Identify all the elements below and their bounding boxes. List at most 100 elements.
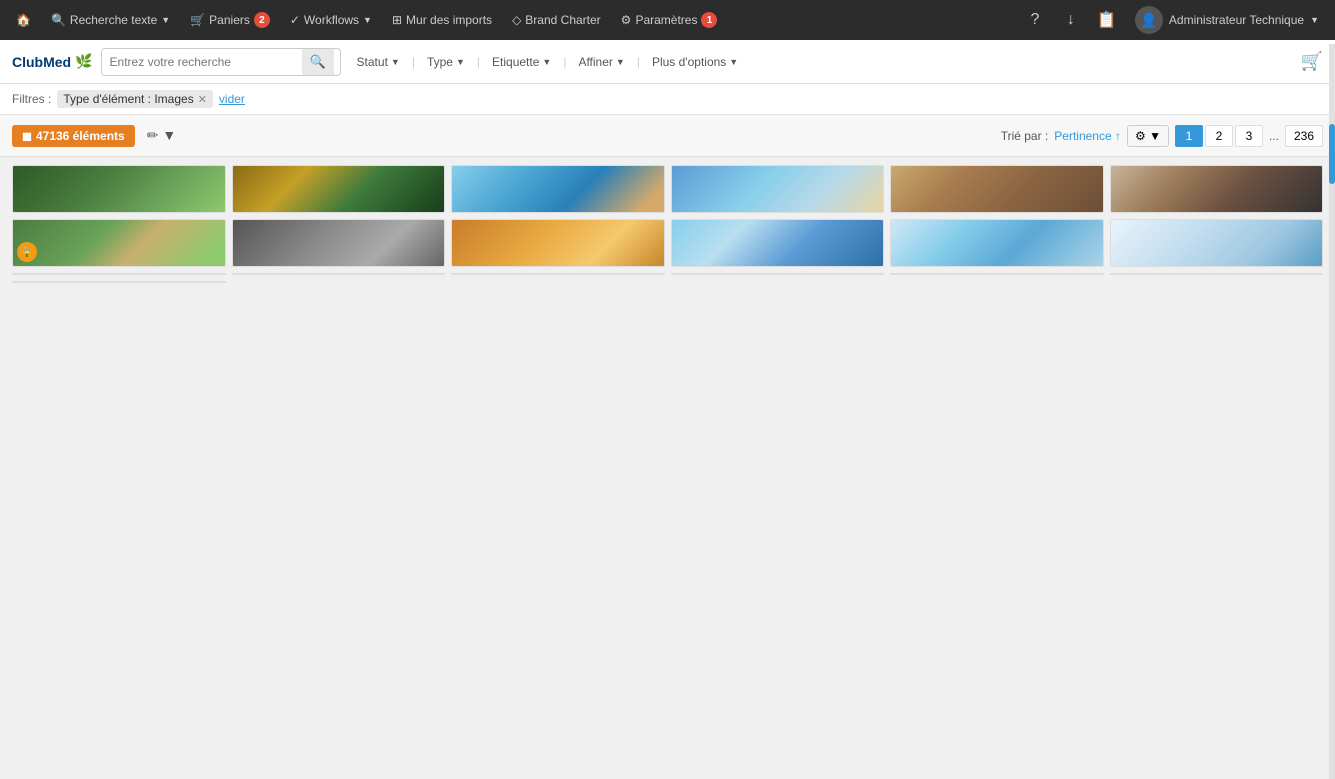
edit-button[interactable]: ✏ ▼ [143, 123, 180, 148]
workflows-arrow: ▼ [363, 15, 372, 25]
avatar: 👤 [1135, 6, 1163, 34]
workflows-label: Workflows [304, 13, 359, 27]
workflows-icon: ✓ [290, 13, 300, 27]
affiner-filter[interactable]: Affiner ▼ [570, 51, 632, 73]
type-label: Type [427, 55, 453, 69]
sort-value[interactable]: Pertinence ↑ [1054, 129, 1121, 143]
sep3: | [561, 55, 568, 69]
user-name: Administrateur Technique [1169, 13, 1304, 27]
brand-nav-item[interactable]: ◇ Brand Charter [504, 0, 609, 40]
search-button[interactable]: 🔍 [302, 49, 334, 75]
download-button[interactable]: ↓ [1055, 4, 1087, 36]
plus-filter[interactable]: Plus d'options ▼ [644, 51, 746, 73]
brand-icon: ◇ [512, 13, 521, 27]
remove-filter-button[interactable]: ✕ [198, 93, 207, 106]
grid-item[interactable]: I Love Isalo © By Franck RAMA Avr 2014▣j… [890, 165, 1104, 213]
second-bar: ClubMed 🌿 🔍 Statut ▼ | Type ▼ | Etiquett… [0, 40, 1335, 84]
view-settings-button[interactable]: ⚙ ▼ [1127, 125, 1169, 147]
sort-label: Trié par : [1001, 129, 1049, 143]
plus-label: Plus d'options [652, 55, 726, 69]
clipboard-button[interactable]: 📋 [1091, 4, 1123, 36]
grid-item[interactable]: 🔒Haut en couleurs © By Franck RAMA▣JPG —… [12, 219, 226, 267]
image-thumbnail: 🔒 [13, 220, 225, 266]
filters-label: Filtres : [12, 92, 51, 106]
plus-arrow: ▼ [729, 57, 738, 67]
page-last-button[interactable]: 236 [1285, 125, 1323, 147]
home-button[interactable]: 🏠 [8, 0, 39, 40]
image-title: 54730695_577987782719425_606940961818070… [452, 266, 664, 267]
grid-item[interactable]: La pêche miraculeuse Ifaty © By Franck R… [671, 165, 885, 213]
active-filter-text: Type d'élément : Images [63, 92, 193, 106]
lock-icon: 🔒 [17, 242, 37, 262]
etiquette-filter[interactable]: Etiquette ▼ [484, 51, 559, 73]
image-thumbnail [13, 166, 225, 212]
params-label: Paramètres [635, 13, 697, 27]
scrollbar[interactable] [1329, 44, 1335, 779]
grid-item[interactable]: Convoi de Zébu sur la RN7 © By Franck RA… [1110, 165, 1324, 213]
home-icon: 🏠 [16, 13, 31, 27]
logo: ClubMed 🌿 [12, 53, 93, 70]
image-title: Lemurine Varrecia varrecia © By Franck R… [233, 212, 445, 213]
grid-item[interactable]: DSC_8084 © By Franck RAMA Déc 2016▣JPG —… [232, 219, 446, 267]
image-thumbnail [891, 166, 1103, 212]
grid-item[interactable]: Lakana vezo 2 © By Franck RAMA Jan 2014▣… [451, 165, 665, 213]
scrollbar-thumb[interactable] [1329, 124, 1335, 184]
brand-label: Brand Charter [525, 13, 600, 27]
paniers-nav-item[interactable]: 🛒 Paniers 2 [182, 0, 278, 40]
logo-text: ClubMed [12, 54, 71, 70]
image-thumbnail [891, 220, 1103, 266]
grid-item[interactable] [1110, 273, 1324, 275]
sort-info: Trié par : Pertinence ↑ ⚙ ▼ 1 2 3 ... 23… [1001, 125, 1323, 147]
image-title: piscine naturelle ISalo © By Franck RAMA… [13, 212, 225, 213]
image-title: La pêche miraculeuse Ifaty © By Franck R… [672, 212, 884, 213]
cart-button[interactable]: 🛒 [1301, 51, 1323, 72]
grid-item[interactable]: 54524015_607369693098120_259140040817377… [671, 219, 885, 267]
grid-item[interactable] [890, 273, 1104, 275]
page-2-button[interactable]: 2 [1205, 125, 1233, 147]
grid-item[interactable] [232, 273, 446, 275]
type-filter[interactable]: Type ▼ [419, 51, 473, 73]
user-menu[interactable]: 👤 Administrateur Technique ▼ [1127, 6, 1327, 34]
grid-item[interactable]: Lemurine Varrecia varrecia © By Franck R… [232, 165, 446, 213]
image-title: Lakana vezo 2 © By Franck RAMA Jan 2014 [452, 212, 664, 213]
search-nav-item[interactable]: 🔍 Recherche texte ▼ [43, 0, 178, 40]
paniers-badge: 2 [254, 12, 270, 28]
params-badge: 1 [701, 12, 717, 28]
search-box: 🔍 [101, 48, 341, 76]
affiner-label: Affiner [578, 55, 612, 69]
image-grid-container: piscine naturelle ISalo © By Franck RAMA… [0, 157, 1335, 291]
mur-icon: ⊞ [392, 13, 402, 27]
workflows-nav-item[interactable]: ✓ Workflows ▼ [282, 0, 380, 40]
grid-item[interactable] [671, 273, 885, 275]
statut-filter[interactable]: Statut ▼ [349, 51, 408, 73]
statut-label: Statut [357, 55, 388, 69]
page-3-button[interactable]: 3 [1235, 125, 1263, 147]
grid-item[interactable] [12, 273, 226, 275]
affiner-arrow: ▼ [616, 57, 625, 67]
image-title: Convoi de Zébu sur la RN7 © By Franck RA… [1111, 212, 1323, 213]
etiquette-label: Etiquette [492, 55, 539, 69]
clear-filters-button[interactable]: vider [219, 92, 245, 106]
active-filters-row: Filtres : Type d'élément : Images ✕ vide… [0, 84, 1335, 115]
grid-item[interactable] [451, 273, 665, 275]
paniers-label: Paniers [209, 13, 250, 27]
grid-item[interactable]: 55576863_215656254772556 1_3159503742529… [890, 219, 1104, 267]
pagination: 1 2 3 ... 236 [1175, 125, 1323, 147]
image-thumbnail [1111, 220, 1323, 266]
sep2: | [475, 55, 482, 69]
mur-nav-item[interactable]: ⊞ Mur des imports [384, 0, 500, 40]
page-1-button[interactable]: 1 [1175, 125, 1203, 147]
grid-item[interactable]: piscine naturelle ISalo © By Franck RAMA… [12, 165, 226, 213]
params-nav-item[interactable]: ⚙ Paramètres 1 [613, 0, 726, 40]
toolbar-row: ◼ 47136 éléments ✏ ▼ Trié par : Pertinen… [0, 115, 1335, 157]
grid-item[interactable]: 55604016_796459010712031_307108153282002… [1110, 219, 1324, 267]
grid-item[interactable] [12, 281, 226, 283]
search-input[interactable] [102, 50, 302, 74]
grid-item[interactable]: 54730695_577987782719425_606940961818070… [451, 219, 665, 267]
search-nav-arrow: ▼ [161, 15, 170, 25]
search-nav-label: Recherche texte [70, 13, 157, 27]
help-button[interactable]: ? [1019, 4, 1051, 36]
image-title: Haut en couleurs © By Franck RAMA [13, 266, 225, 267]
image-title: 54524015_607369693098120_259140040817377… [672, 266, 884, 267]
image-title: 55604016_796459010712031_307108153282002… [1111, 266, 1323, 267]
